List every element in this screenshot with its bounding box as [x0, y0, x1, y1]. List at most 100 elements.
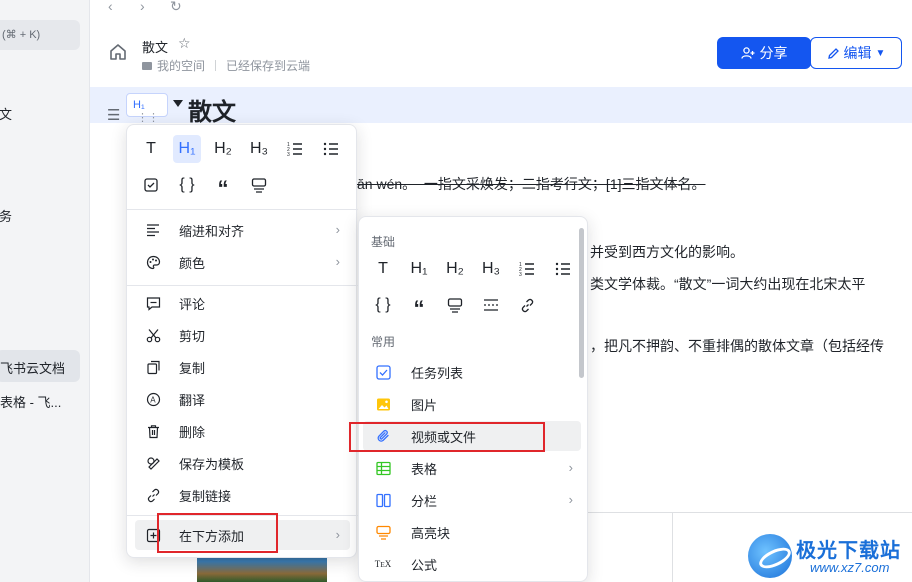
bullet-list-icon[interactable] — [549, 255, 577, 283]
code-block-button[interactable]: { } — [369, 291, 397, 319]
sidebar-fragment[interactable]: 文 — [0, 104, 12, 123]
submenu-item-formula[interactable]: TEX 公式 — [363, 549, 581, 579]
submenu-item-table[interactable]: 表格 › — [363, 453, 581, 483]
body-line[interactable]: 类文学体裁。“散文”一词大约出现在北宋太平 — [590, 274, 865, 294]
callout-icon[interactable] — [441, 291, 469, 319]
submenu-item-columns[interactable]: 分栏 › — [363, 485, 581, 515]
trash-icon — [145, 423, 161, 439]
menu-item-save-template[interactable]: 保存为模板 — [135, 448, 350, 478]
menu-item-delete[interactable]: 删除 — [135, 416, 350, 446]
ordered-list-icon[interactable]: 123 — [513, 255, 541, 283]
format-row: { } “ — [137, 171, 273, 201]
heading1-button[interactable]: H₁ — [173, 135, 201, 163]
submenu-item-label: 分栏 — [411, 493, 438, 509]
comment-icon — [145, 295, 161, 311]
submenu-item-label: 图片 — [411, 397, 438, 413]
watermark-url: www.xz7.com — [810, 560, 890, 575]
heading-text[interactable]: 散文 — [188, 92, 236, 127]
submenu-scrollbar[interactable] — [579, 228, 584, 378]
code-block-button[interactable]: { } — [173, 171, 201, 199]
watermark-title: 极光下载站 — [796, 540, 901, 562]
submenu-item-label: 高亮块 — [411, 525, 451, 541]
format-row: T H₁ H₂ H₃ 123 — [137, 135, 345, 163]
heading3-button[interactable]: H₃ — [477, 255, 505, 283]
chevron-right-icon: › — [335, 222, 340, 237]
block-context-menu: T H₁ H₂ H₃ 123 { } “ 缩进和对齐 › 颜色 › 评论 剪切 … — [126, 124, 358, 558]
breadcrumb: 我的空间 已经保存到云端 — [142, 57, 310, 74]
submenu-item-image[interactable]: 图片 — [363, 389, 581, 419]
menu-item-label: 翻译 — [179, 392, 206, 408]
menu-item-cut[interactable]: 剪切 — [135, 320, 350, 350]
formula-icon: TEX — [374, 559, 392, 569]
basic-row: { } “ — [369, 291, 541, 321]
menu-item-indent-align[interactable]: 缩进和对齐 › — [135, 215, 350, 245]
watermark-logo-icon — [748, 534, 792, 578]
menu-item-label: 剪切 — [179, 328, 206, 344]
heading-badge: H₁ — [133, 99, 145, 111]
text-format-button[interactable]: T — [369, 255, 397, 283]
drag-handle-icon: ⋮⋮ — [137, 112, 159, 124]
menu-item-copy[interactable]: 复制 — [135, 352, 350, 382]
sidebar-item-active[interactable]: 飞书云文档 — [0, 350, 80, 382]
svg-text:3: 3 — [519, 272, 522, 277]
ordered-list-icon[interactable]: 123 — [281, 135, 309, 163]
pencil-icon — [827, 47, 839, 59]
link-icon — [145, 487, 161, 503]
align-icon — [145, 222, 161, 238]
home-icon[interactable] — [108, 42, 128, 62]
highlight-box-add-below — [157, 513, 278, 553]
heading1-button[interactable]: H₁ — [405, 255, 433, 283]
menu-item-translate[interactable]: A 翻译 — [135, 384, 350, 414]
share-button[interactable]: 分享 — [717, 37, 811, 69]
forward-icon[interactable]: › — [140, 0, 145, 14]
back-icon[interactable]: ‹ — [108, 0, 113, 14]
body-line[interactable]: 并受到西方文化的影响。 — [590, 242, 744, 262]
heading2-button[interactable]: H₂ — [209, 135, 237, 163]
menu-item-label: 缩进和对齐 — [179, 223, 245, 239]
edit-label: 编辑 — [843, 45, 872, 61]
share-label: 分享 — [759, 45, 788, 61]
text-format-button[interactable]: T — [137, 135, 165, 163]
breadcrumb-space[interactable]: 我的空间 — [157, 59, 205, 73]
outline-icon[interactable]: ☰ — [107, 106, 120, 124]
columns-icon — [375, 492, 391, 508]
menu-item-copy-link[interactable]: 复制链接 — [135, 480, 350, 510]
basic-row: T H₁ H₂ H₃ 123 — [369, 255, 577, 283]
table-icon — [375, 460, 391, 476]
doc-title[interactable]: 散文 — [142, 37, 168, 56]
submenu-item-task-list[interactable]: 任务列表 — [363, 357, 581, 387]
checkbox-icon[interactable] — [137, 171, 165, 199]
bullet-list-icon[interactable] — [317, 135, 345, 163]
sidebar-item[interactable]: 表格 - 飞... — [0, 392, 61, 411]
callout-icon[interactable] — [245, 171, 273, 199]
edit-button[interactable]: 编辑 ▼ — [810, 37, 902, 69]
submenu-section-common: 常用 — [371, 335, 396, 349]
menu-item-label: 复制链接 — [179, 488, 232, 504]
quote-button[interactable]: “ — [405, 291, 433, 321]
submenu-item-label: 表格 — [411, 461, 438, 477]
search-shortcut[interactable]: (⌘ + K) — [0, 20, 80, 50]
block-handle[interactable]: H₁ ⋮⋮ — [126, 93, 168, 124]
menu-item-color[interactable]: 颜色 › — [135, 247, 350, 277]
quote-button[interactable]: “ — [209, 171, 237, 201]
image-icon — [375, 396, 391, 412]
link-icon[interactable] — [513, 291, 541, 319]
collapse-caret-icon[interactable] — [173, 100, 183, 107]
star-icon[interactable]: ☆ — [178, 35, 191, 52]
sidebar-fragment[interactable]: 务 — [0, 206, 12, 225]
menu-item-label: 复制 — [179, 360, 206, 376]
menu-item-comment[interactable]: 评论 — [135, 288, 350, 318]
body-line[interactable]: ，把凡不押韵、不重排偶的散体文章（包括经传 — [590, 336, 884, 356]
chevron-right-icon: › — [335, 527, 340, 542]
heading3-button[interactable]: H₃ — [245, 135, 273, 163]
translate-icon: A — [145, 391, 161, 407]
reload-icon[interactable]: ↻ — [170, 0, 182, 15]
highlight-block-icon — [375, 524, 391, 540]
user-add-icon — [740, 47, 754, 59]
chevron-down-icon: ▼ — [875, 47, 886, 59]
divider-icon[interactable] — [477, 291, 505, 319]
heading2-button[interactable]: H₂ — [441, 255, 469, 283]
body-line[interactable]: ăn wén。 一指文采焕发；二指考行文；[1]三指文体名。 — [357, 174, 706, 194]
submenu-item-highlight-block[interactable]: 高亮块 — [363, 517, 581, 547]
watermark: 极光下载站 www.xz7.com — [748, 528, 912, 582]
